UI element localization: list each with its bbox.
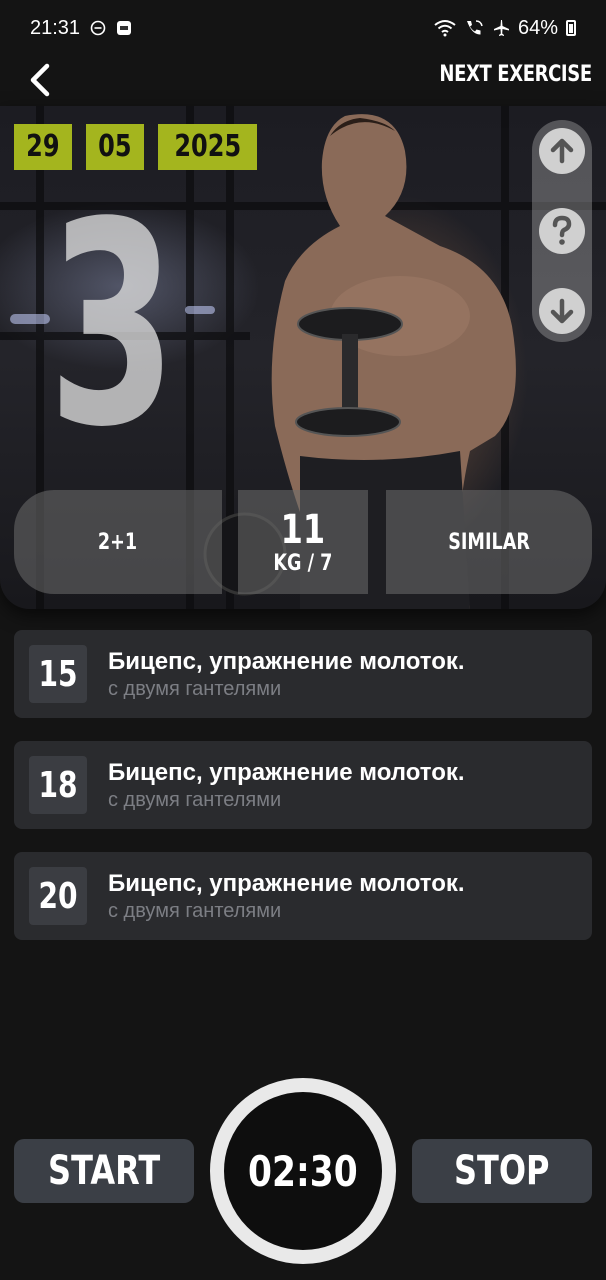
similar-button[interactable]: SIMILAR [386, 490, 592, 594]
status-time: 21:31 [30, 16, 81, 39]
side-controls [532, 120, 592, 342]
sets-button[interactable]: 2+1 [14, 490, 222, 594]
help-button[interactable] [539, 208, 585, 254]
exercise-title: Бицепс, упражнение молоток. [108, 648, 465, 675]
question-mark-icon [552, 215, 572, 245]
battery-percent: 64% [517, 16, 558, 39]
reps-count: 15 [38, 653, 78, 695]
move-down-button[interactable] [539, 288, 585, 334]
start-label: START [47, 1148, 161, 1194]
exercise-subtitle: с двумя гантелями [108, 789, 282, 811]
arrow-up-icon [550, 138, 574, 164]
top-bar: NEXT EXERCISE [0, 56, 606, 106]
exercise-subtitle: с двумя гантелями [108, 900, 282, 922]
weather-app-icon [116, 20, 132, 36]
chevron-left-icon [30, 63, 50, 97]
exercise-title: Бицепс, упражнение молоток. [108, 870, 465, 897]
wifi-icon [434, 19, 456, 37]
exercise-list: 15 Бицепс, упражнение молоток. с двумя г… [14, 630, 592, 963]
timer-button[interactable]: 02:30 [210, 1078, 396, 1264]
weight-unit: KG / 7 [273, 550, 333, 576]
reps-badge: 15 [29, 645, 87, 703]
stop-label: STOP [454, 1148, 550, 1194]
back-button[interactable] [20, 60, 60, 100]
start-button[interactable]: START [14, 1139, 194, 1203]
wifi-calling-icon [464, 19, 484, 37]
exercise-title: Бицепс, упражнение молоток. [108, 759, 465, 786]
weight-button[interactable]: 11 KG / 7 [238, 490, 368, 594]
reps-badge: 18 [29, 756, 87, 814]
list-item[interactable]: 18 Бицепс, упражнение молоток. с двумя г… [14, 741, 592, 829]
set-number: 3 [48, 163, 177, 489]
weight-value: 11 [280, 506, 326, 553]
battery-icon [566, 20, 576, 36]
sets-label: 2+1 [98, 529, 138, 555]
exercise-hero: 29 05 2025 3 2+1 11 KG / 7 SIMILAR [0, 106, 606, 609]
airplane-mode-icon [492, 19, 510, 37]
status-bar: 21:31 64% [0, 0, 606, 56]
do-not-disturb-icon [90, 20, 106, 36]
reps-count: 18 [38, 764, 78, 806]
timer-display: 02:30 [248, 1146, 358, 1196]
list-item[interactable]: 20 Бицепс, упражнение молоток. с двумя г… [14, 852, 592, 940]
reps-count: 20 [38, 875, 78, 917]
reps-badge: 20 [29, 867, 87, 925]
date-year-text: 2025 [173, 129, 241, 164]
move-up-button[interactable] [539, 128, 585, 174]
list-item[interactable]: 15 Бицепс, упражнение молоток. с двумя г… [14, 630, 592, 718]
similar-label: SIMILAR [448, 529, 530, 555]
arrow-down-icon [550, 298, 574, 324]
stats-row: 2+1 11 KG / 7 SIMILAR [14, 490, 592, 594]
exercise-subtitle: с двумя гантелями [108, 678, 282, 700]
next-exercise-button[interactable]: NEXT EXERCISE [440, 62, 593, 87]
stop-button[interactable]: STOP [412, 1139, 592, 1203]
